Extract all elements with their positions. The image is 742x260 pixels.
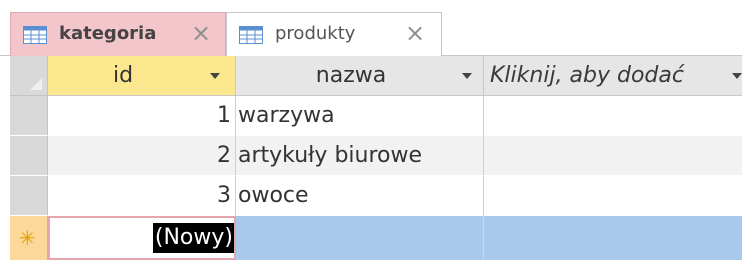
dropdown-arrow-icon[interactable] xyxy=(210,73,220,79)
column-header-label: nazwa xyxy=(315,63,387,88)
cell-value: warzywa xyxy=(238,103,335,128)
table-cell-id[interactable]: 2 xyxy=(48,136,236,176)
table-cell-nazwa[interactable]: artykuły biurowe xyxy=(236,136,484,176)
table-cell-nazwa[interactable]: warzywa xyxy=(236,96,484,136)
new-record-placeholder: (Nowy) xyxy=(152,223,234,253)
document-tab-strip: kategoria × produkty × xyxy=(0,0,742,56)
table-cell-id[interactable]: 3 xyxy=(48,176,236,216)
record-selector[interactable] xyxy=(10,136,48,176)
tab-kategoria[interactable]: kategoria × xyxy=(10,12,226,56)
column-header-label: id xyxy=(112,63,134,88)
close-icon[interactable]: × xyxy=(189,21,213,45)
new-record-nazwa-cell[interactable] xyxy=(236,216,484,260)
cell-value: 2 xyxy=(217,143,231,168)
dropdown-arrow-icon[interactable] xyxy=(732,73,742,79)
tab-label: kategoria xyxy=(59,23,157,44)
column-header-id[interactable]: id xyxy=(48,56,236,96)
select-all-triangle-icon xyxy=(30,78,42,90)
select-all-corner[interactable] xyxy=(10,56,48,96)
cell-value: owoce xyxy=(238,183,309,208)
record-selector[interactable] xyxy=(10,176,48,216)
column-header-add-field[interactable]: Kliknij, aby dodać xyxy=(484,56,742,96)
dropdown-arrow-icon[interactable] xyxy=(462,73,472,79)
record-selector[interactable] xyxy=(10,96,48,136)
column-header-nazwa[interactable]: nazwa xyxy=(236,56,484,96)
new-record-add-field-cell[interactable] xyxy=(484,216,742,260)
new-record-id-cell[interactable]: (Nowy) xyxy=(48,216,236,260)
table-icon xyxy=(23,26,47,44)
cell-value: artykuły biurowe xyxy=(238,143,423,168)
tab-label: produkty xyxy=(275,23,356,44)
cell-value: 1 xyxy=(217,103,231,128)
table-icon xyxy=(239,26,263,44)
new-record-asterisk-icon: ✳ xyxy=(19,226,36,250)
column-header-label: Kliknij, aby dodać xyxy=(490,63,684,88)
table-cell-nazwa[interactable]: owoce xyxy=(236,176,484,216)
table-cell-empty[interactable] xyxy=(484,96,742,136)
new-record-selector[interactable]: ✳ xyxy=(10,216,48,260)
close-icon[interactable]: × xyxy=(403,21,427,45)
tab-produkty[interactable]: produkty × xyxy=(226,12,442,56)
table-cell-id[interactable]: 1 xyxy=(48,96,236,136)
cell-value: 3 xyxy=(217,183,231,208)
table-cell-empty[interactable] xyxy=(484,176,742,216)
datasheet-grid: id nazwa Kliknij, aby dodać 1 warzywa 2 … xyxy=(10,56,742,260)
table-cell-empty[interactable] xyxy=(484,136,742,176)
